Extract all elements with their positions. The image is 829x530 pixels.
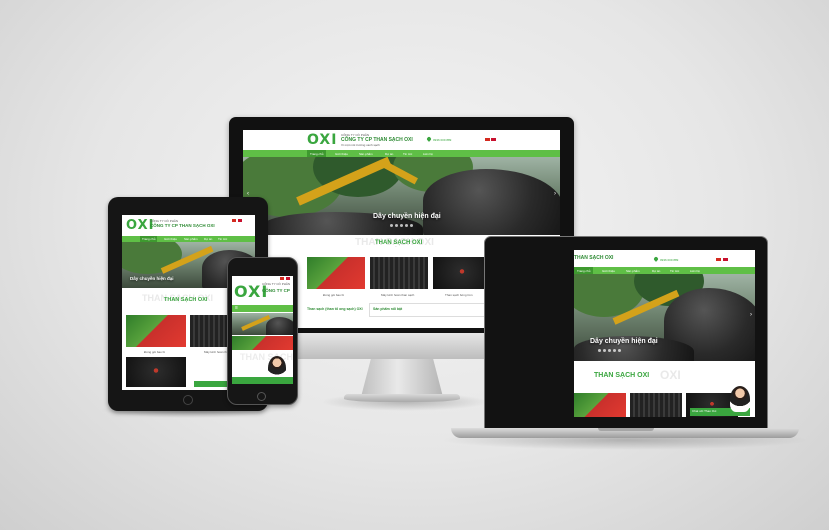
right-heading: Sản phẩm nổi bật (373, 307, 403, 311)
laptop-hero-slider[interactable]: › Dây chuyền hiện đại (574, 274, 755, 361)
hero-caption: Dây chuyền hiện đại (130, 276, 174, 281)
macbook-notch (598, 428, 654, 431)
location-pin-icon (653, 256, 659, 262)
coal-pile (423, 169, 560, 235)
desktop-nav-bar: Trang chủ Giới thiệu Sản phẩm Dự án Tin … (243, 150, 560, 158)
ipad-home-button (183, 395, 193, 405)
slider-dots[interactable] (390, 224, 413, 227)
nav-item-projects[interactable]: Dự án (652, 269, 660, 273)
company-name: CÔNG TY CP (262, 288, 290, 293)
company-name: CÔNG TY CP THAN SẠCH OXI (150, 223, 215, 228)
product-caption[interactable]: Than sạch bóng tròn (445, 293, 473, 297)
coal-pile (266, 317, 293, 335)
company-label: CÔNG TY CỔ PHẦN (262, 282, 291, 286)
nav-item-projects[interactable]: Dự án (385, 152, 393, 156)
laptop-header: THAN SẠCH OXI 0936 009 889 (574, 250, 755, 267)
slider-next-arrow-icon[interactable]: › (554, 191, 556, 197)
product-tile-packaging[interactable] (307, 257, 365, 289)
language-flag-icon[interactable] (232, 219, 236, 222)
slider-dots[interactable] (598, 349, 621, 352)
product-tile-machine[interactable] (370, 257, 428, 289)
imac-stand (361, 359, 443, 397)
language-flag-icon[interactable] (280, 277, 284, 280)
hero-caption: Dây chuyền hiện đại (373, 213, 441, 220)
nav-item-products[interactable]: Sản phẩm (626, 269, 640, 273)
desktop-hero-slider[interactable]: ‹ › Dây chuyền hiện đại (243, 157, 560, 235)
phone-hero-slider[interactable] (232, 313, 293, 335)
language-flag-icon[interactable] (723, 258, 728, 261)
chat-button[interactable] (232, 377, 293, 384)
nav-item-news[interactable]: Tin tức (218, 237, 227, 241)
hotline[interactable]: 0936 009 889 (660, 258, 678, 262)
hotline[interactable]: 0936 009 889 (433, 138, 451, 142)
laptop-website: THAN SẠCH OXI 0936 009 889 Trang chủ Giớ… (574, 250, 755, 417)
section-ghost-title: OXI (660, 368, 681, 382)
language-flag-icon[interactable] (716, 258, 721, 261)
section-title: THAN SẠCH OXI (164, 297, 208, 303)
nav-item-about[interactable]: Giới thiệu (602, 269, 615, 273)
nav-item-contact[interactable]: Liên hệ (423, 152, 433, 156)
phone-header: OXI CÔNG TY CỔ PHẦN CÔNG TY CP (232, 276, 293, 303)
language-flag-icon[interactable] (491, 138, 496, 141)
brand-logo[interactable]: OXI (307, 132, 337, 148)
phone-nav-bar[interactable]: ≡ (232, 305, 293, 312)
language-flag-icon[interactable] (238, 219, 242, 222)
imac-stand-foot (344, 394, 460, 402)
company-name: THAN SẠCH OXI (574, 255, 614, 261)
nav-item-news[interactable]: Tin tức (670, 269, 679, 273)
nav-item-contact[interactable]: Liên hệ (690, 269, 700, 273)
slider-next-arrow-icon[interactable]: › (750, 312, 752, 318)
product-tile-packaging[interactable] (574, 393, 626, 417)
product-tile-packaging[interactable] (126, 315, 186, 347)
product-tile-coal[interactable] (126, 357, 186, 387)
location-pin-icon (426, 136, 432, 142)
nav-item-about[interactable]: Giới thiệu (164, 237, 177, 241)
product-caption[interactable]: Đóng gói bao bì (144, 350, 165, 354)
nav-item-about[interactable]: Giới thiệu (335, 152, 348, 156)
nav-item-projects[interactable]: Dự án (204, 237, 212, 241)
nav-item-products[interactable]: Sản phẩm (359, 152, 373, 156)
menu-hamburger-icon[interactable]: ≡ (235, 306, 238, 311)
language-flag-icon[interactable] (485, 138, 490, 141)
product-tile-packaging[interactable] (232, 336, 293, 350)
nav-item-news[interactable]: Tin tức (403, 152, 412, 156)
section-title: THAN SẠCH OXI (375, 240, 423, 246)
section-title: THAN SẠCH OXI (594, 372, 650, 379)
slogan: Vì một môi trường xanh sạch (341, 143, 380, 147)
product-tile-machine[interactable] (630, 393, 682, 417)
language-flag-icon[interactable] (286, 277, 290, 280)
product-caption[interactable]: Máy kinh hoán than sạch (381, 293, 414, 297)
phone-website: OXI CÔNG TY CỔ PHẦN CÔNG TY CP ≡ THAN SẠ… (232, 276, 293, 384)
hero-caption: Dây chuyền hiện đại (590, 338, 658, 345)
desktop-header: OXI CÔNG TY CỔ PHẦN CÔNG TY CP THAN SẠCH… (243, 130, 560, 150)
product-caption[interactable]: Đóng gói bao bì (323, 293, 344, 297)
product-tile-coal[interactable] (433, 257, 491, 289)
left-heading: Than sạch (than tổ ong sạch) OXI (307, 307, 363, 311)
tablet-header: OXI CÔNG TY CỔ PHẦN CÔNG TY CP THAN SẠCH… (122, 215, 255, 236)
section-ghost-title: THAN SẠCH (240, 352, 293, 362)
nav-item-products[interactable]: Sản phẩm (184, 237, 198, 241)
laptop-nav-bar: Trang chủ Giới thiệu Sản phẩm Dự án Tin … (574, 267, 755, 275)
device-mockup-scene: OXI CÔNG TY CỔ PHẦN CÔNG TY CP THAN SẠCH… (0, 0, 829, 530)
iphone-home-button (257, 392, 266, 401)
support-avatar[interactable] (730, 386, 750, 412)
